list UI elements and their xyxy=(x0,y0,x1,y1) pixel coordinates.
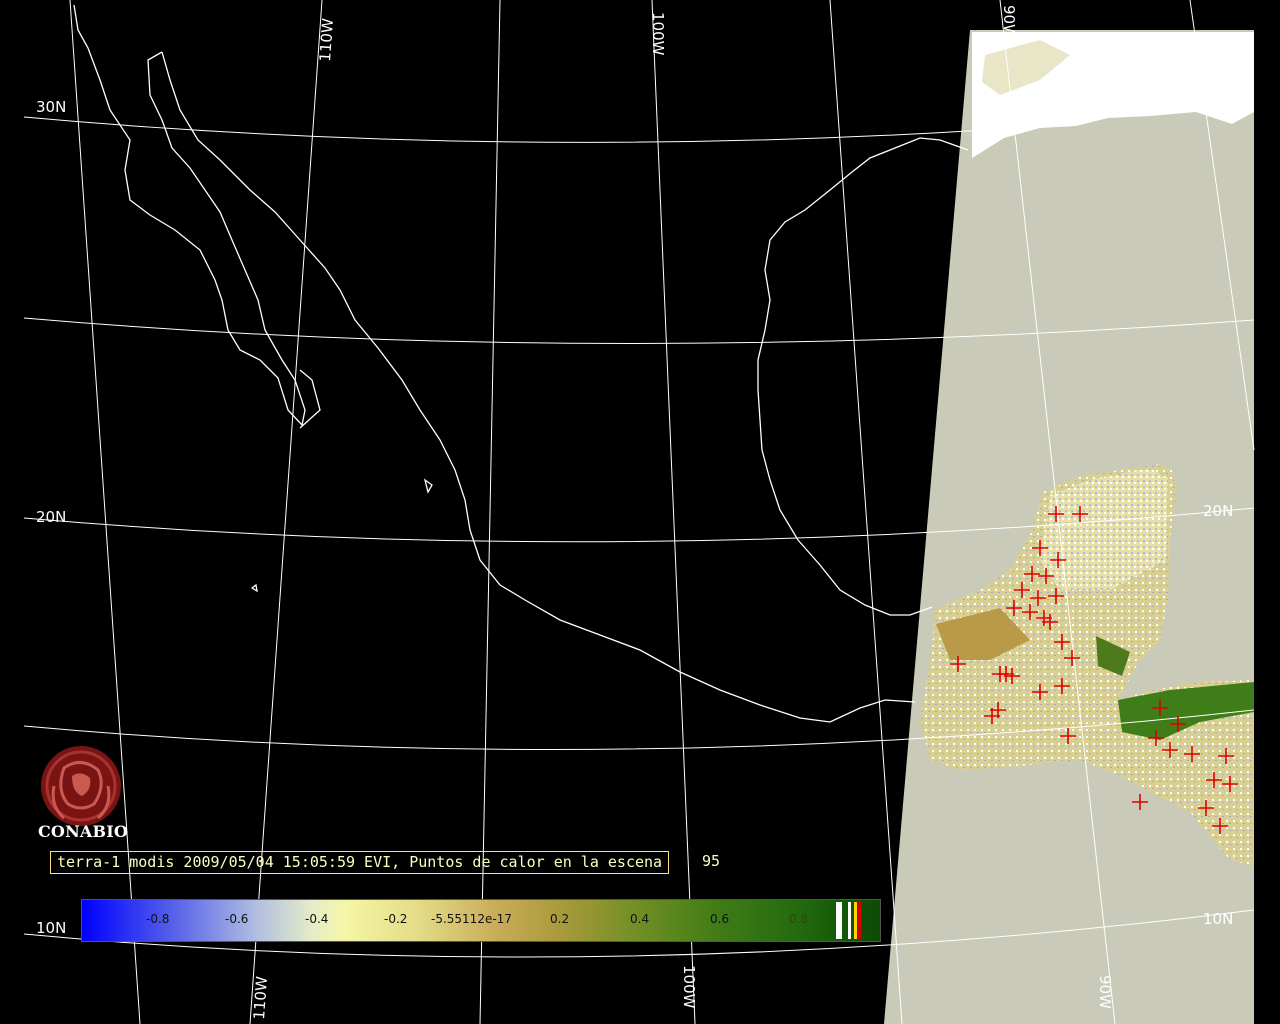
scene-caption: terra-1 modis 2009/05/04 15:05:59 EVI, P… xyxy=(50,851,670,874)
evi-colorbar-legend: -0.8 -0.6 -0.4 -0.2 -5.55112e-17 0.2 0.4… xyxy=(81,899,881,942)
colorbar-flag-yellow xyxy=(854,902,857,939)
lat-label-right-20n: 20N xyxy=(1203,502,1233,520)
colorbar-tick: -0.4 xyxy=(305,912,329,926)
lat-label-left-20n: 20N xyxy=(36,508,66,526)
satellite-swath xyxy=(884,30,1254,1024)
lon-label-top-90w: 90W xyxy=(1000,5,1018,39)
baja-california-coast xyxy=(73,4,306,427)
colorbar-flag-white xyxy=(836,902,842,939)
colorbar-tick: -0.6 xyxy=(225,912,249,926)
lon-label-bottom-100w: 100W xyxy=(680,965,698,1009)
lat-label-left-30n: 30N xyxy=(36,98,66,116)
island-socorro xyxy=(250,583,258,593)
graticule-lon-95 xyxy=(829,0,903,1024)
hotspot-count: 95 xyxy=(702,852,721,870)
lon-label-top-100w: 100W xyxy=(649,12,667,56)
island-maria xyxy=(423,478,433,494)
conabio-logo-text: CONABIO xyxy=(38,822,129,841)
lon-label-bottom-110w: 110W xyxy=(250,975,271,1020)
lat-label-right-10n: 10N xyxy=(1203,910,1233,928)
colorbar-tick: 0.6 xyxy=(710,912,730,926)
lon-label-top-110w: 110W xyxy=(316,17,337,62)
colorbar-tick: -0.8 xyxy=(146,912,170,926)
colorbar-tick: 0.8 xyxy=(789,912,809,926)
mainland-pacific-coast xyxy=(161,51,916,723)
colorbar-flag-white-2 xyxy=(848,902,851,939)
lat-label-left-10n: 10N xyxy=(36,919,66,937)
colorbar-tick: 0.4 xyxy=(630,912,650,926)
lon-label-bottom-90w: 90W xyxy=(1096,975,1114,1009)
colorbar-tick: -0.2 xyxy=(384,912,408,926)
colorbar-flag-red xyxy=(858,902,861,939)
colorbar-tick: -5.55112e-17 xyxy=(431,912,512,926)
colorbar-tick: 0.2 xyxy=(550,912,570,926)
coastlines xyxy=(73,4,969,723)
